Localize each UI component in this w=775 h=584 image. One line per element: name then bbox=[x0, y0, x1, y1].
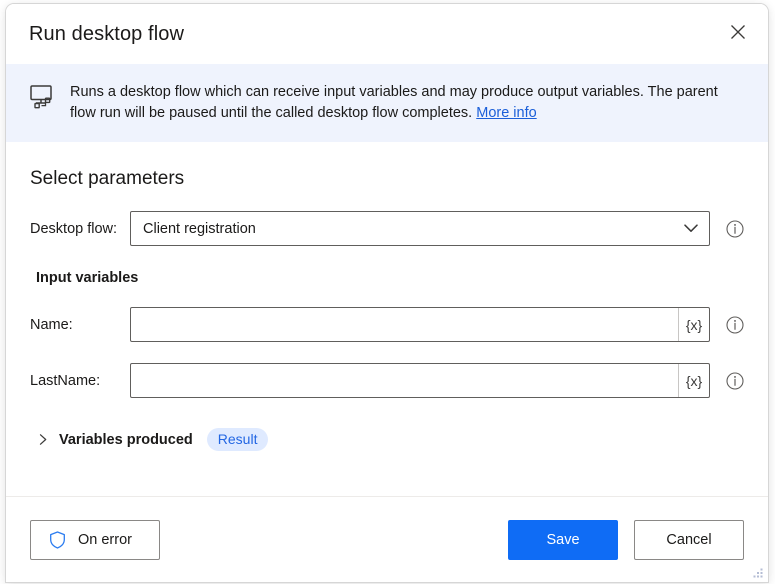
lastname-input[interactable] bbox=[131, 364, 678, 397]
info-icon[interactable] bbox=[726, 219, 744, 238]
lastname-variable-picker-button[interactable]: {x} bbox=[678, 364, 709, 397]
on-error-button[interactable]: On error bbox=[30, 519, 160, 560]
save-button[interactable]: Save bbox=[508, 519, 618, 560]
lastname-textfield[interactable]: {x} bbox=[130, 363, 710, 398]
info-banner: Runs a desktop flow which can receive in… bbox=[6, 64, 768, 142]
footer-actions: Save Cancel bbox=[508, 519, 744, 560]
chevron-right-icon bbox=[39, 434, 47, 445]
close-icon bbox=[731, 25, 745, 39]
more-info-link[interactable]: More info bbox=[476, 105, 536, 121]
desktop-flow-dropdown[interactable]: Client registration bbox=[130, 211, 710, 246]
close-button[interactable] bbox=[716, 12, 760, 52]
variable-chip-result[interactable]: Result bbox=[206, 428, 269, 451]
run-desktop-flow-dialog: Run desktop flow Runs a desktop flow whi… bbox=[6, 4, 768, 582]
cancel-label: Cancel bbox=[666, 531, 712, 548]
input-row-name: Name: {x} bbox=[30, 307, 744, 342]
save-label: Save bbox=[546, 531, 580, 548]
desktop-flow-selected-value: Client registration bbox=[143, 220, 256, 237]
shield-icon bbox=[50, 530, 65, 549]
dialog-footer: On error Save Cancel bbox=[6, 496, 768, 582]
variables-produced-toggle[interactable]: Variables produced Result bbox=[38, 428, 744, 451]
lastname-label: LastName: bbox=[30, 372, 101, 389]
desktop-flow-label: Desktop flow: bbox=[30, 220, 118, 237]
desktop-flow-field-wrap: Client registration bbox=[130, 211, 710, 246]
cancel-button[interactable]: Cancel bbox=[634, 519, 744, 560]
section-title-select-parameters: Select parameters bbox=[30, 168, 185, 189]
dialog-titlebar: Run desktop flow bbox=[6, 4, 768, 64]
dialog-body: Select parameters Desktop flow: Client r… bbox=[6, 142, 768, 496]
page-title: Run desktop flow bbox=[29, 22, 185, 45]
input-row-lastname: LastName: {x} bbox=[30, 363, 744, 398]
name-textfield[interactable]: {x} bbox=[130, 307, 710, 342]
lastname-field-wrap: {x} bbox=[130, 363, 710, 398]
resize-grip-icon[interactable] bbox=[751, 566, 764, 579]
name-variable-picker-button[interactable]: {x} bbox=[678, 308, 709, 341]
desktop-flow-dropdown-arrow[interactable] bbox=[673, 224, 709, 233]
info-icon[interactable] bbox=[726, 315, 744, 334]
chevron-down-icon bbox=[684, 224, 698, 232]
desktop-flow-icon bbox=[30, 85, 52, 109]
name-label: Name: bbox=[30, 316, 73, 333]
input-variables-heading: Input variables bbox=[36, 270, 139, 286]
variables-produced-label: Variables produced bbox=[59, 431, 193, 448]
info-icon[interactable] bbox=[726, 371, 744, 390]
banner-text: Runs a desktop flow which can receive in… bbox=[70, 82, 744, 124]
desktop-flow-row: Desktop flow: Client registration bbox=[30, 211, 744, 246]
banner-description: Runs a desktop flow which can receive in… bbox=[70, 84, 718, 121]
on-error-label: On error bbox=[78, 531, 132, 548]
name-field-wrap: {x} bbox=[130, 307, 710, 342]
name-input[interactable] bbox=[131, 308, 678, 341]
